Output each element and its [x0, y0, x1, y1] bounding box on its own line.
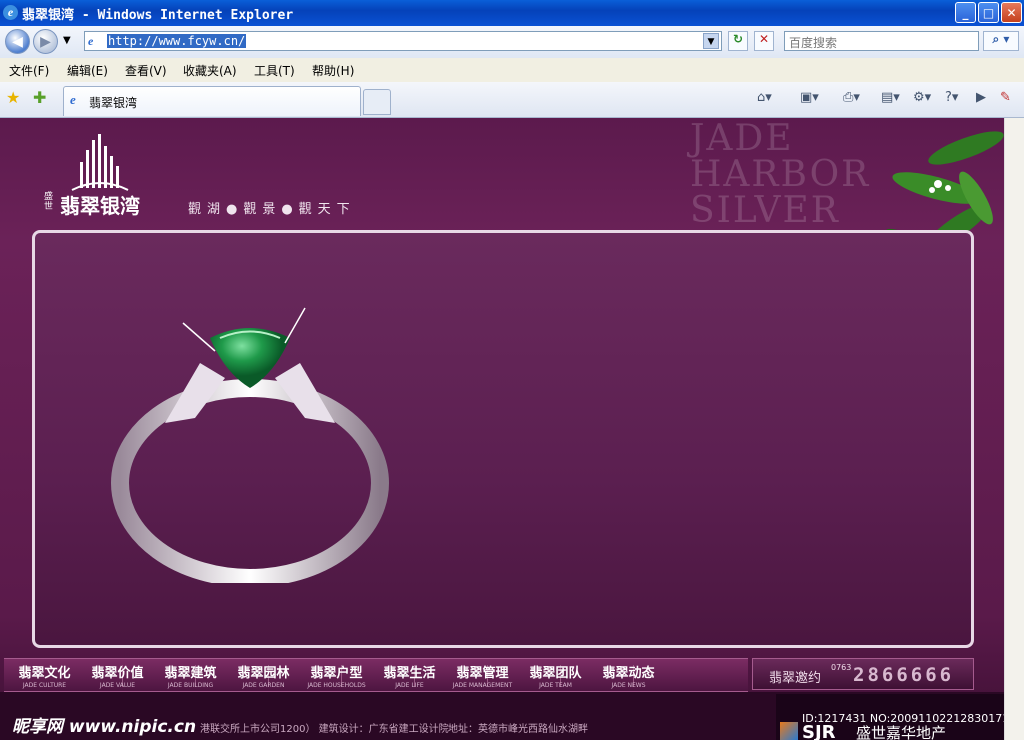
- address-field[interactable]: e http://www.fcyw.cn/ ▼: [84, 31, 722, 51]
- emerald-ring-icon: [111, 307, 389, 583]
- close-button[interactable]: ✕: [1001, 2, 1022, 23]
- menu-bar: 文件(F) 编辑(E) 查看(V) 收藏夹(A) 工具(T) 帮助(H): [0, 58, 1024, 83]
- nav-sublabel: JADE CULTURE: [22, 682, 67, 689]
- window-title: 翡翠银湾 - Windows Internet Explorer: [22, 8, 294, 23]
- nav-label: 翡翠生活: [383, 666, 436, 681]
- nav-jade-management[interactable]: 翡翠管理 JADE MANAGEMENT: [446, 662, 519, 689]
- maximize-button[interactable]: □: [978, 2, 999, 23]
- tab-page-icon: e: [70, 92, 76, 107]
- brand-name-cn: 盛世嘉华地产: [856, 724, 947, 740]
- help-icon[interactable]: ?▾: [945, 90, 958, 105]
- logo-buildings-icon: [71, 134, 129, 191]
- nav-label: 翡翠价值: [91, 666, 144, 681]
- nav-sublabel: JADE BUILDING: [167, 682, 214, 689]
- nav-sublabel: JADE TEAM: [539, 682, 572, 689]
- web-page: JADE HARBOR SILVER 盛世 翡翠银湾 觀湖●觀景●觀天下 翡翠文…: [0, 118, 1004, 740]
- nav-jade-value[interactable]: 翡翠价值 JADE VALUE: [81, 662, 154, 689]
- menu-favorites[interactable]: 收藏夹(A): [183, 62, 237, 79]
- tab-label: 翡翠银湾: [89, 96, 138, 110]
- minimize-button[interactable]: _: [955, 2, 976, 23]
- nav-label: 翡翠户型: [310, 666, 363, 681]
- brand-name: SJR: [802, 722, 836, 740]
- tools-gear-icon[interactable]: ⚙▾: [913, 90, 931, 105]
- phone-box: 翡翠邀约 0763 2866666: [752, 658, 974, 690]
- search-go-icon[interactable]: ⌕ ▾: [983, 31, 1019, 51]
- menu-file[interactable]: 文件(F): [9, 62, 49, 79]
- print-icon[interactable]: ⎙▾: [843, 90, 860, 105]
- address-toolbar: ◀ ▶ ▼ e http://www.fcyw.cn/ ▼ ↻ ✕ 百度搜索 ⌕…: [0, 26, 1024, 58]
- phone-label: 翡翠邀约: [769, 671, 822, 686]
- main-banner-panel: [32, 230, 974, 648]
- logo-small-text: 盛世: [44, 192, 54, 212]
- history-dropdown-icon[interactable]: ▼: [63, 35, 71, 46]
- footer-address: 地址：英德市峰光西路仙水湖畔: [448, 724, 588, 735]
- back-button[interactable]: ◀: [5, 29, 30, 54]
- menu-edit[interactable]: 编辑(E): [67, 62, 108, 79]
- add-favorite-icon[interactable]: ✚: [33, 88, 46, 107]
- tab-bar: ★ ✚ e 翡翠银湾 ⌂▾ ▣▾ ⎙▾ ▤▾ ⚙▾ ?▾ ▶ ✎: [0, 82, 1024, 118]
- vertical-scrollbar[interactable]: [1004, 118, 1024, 740]
- nav-jade-households[interactable]: 翡翠户型 JADE HOUSEHOLDS: [300, 662, 373, 689]
- slogan: 觀湖●觀景●觀天下: [188, 202, 356, 217]
- watermark: 昵享网 www.nipic.cn: [12, 717, 197, 737]
- nav-jade-life[interactable]: 翡翠生活 JADE LIFE: [373, 662, 446, 689]
- jade-line-1: JADE: [690, 118, 794, 159]
- nav-jade-news[interactable]: 翡翠动态 JADE NEWS: [592, 662, 665, 689]
- nav-sublabel: JADE MANAGEMENT: [452, 682, 513, 689]
- nav-jade-building[interactable]: 翡翠建筑 JADE BUILDING: [154, 662, 227, 689]
- jade-line-2: HARBOR: [690, 154, 871, 195]
- favorites-star-icon[interactable]: ★: [6, 88, 20, 107]
- nav-label: 翡翠园林: [237, 666, 290, 681]
- nav-jade-team[interactable]: 翡翠团队 JADE TEAM: [519, 662, 592, 689]
- forward-button[interactable]: ▶: [33, 29, 58, 54]
- phone-number: 2866666: [853, 664, 955, 686]
- stop-icon[interactable]: ✕: [754, 31, 774, 51]
- nav-label: 翡翠动态: [602, 666, 655, 681]
- title-bar: e 翡翠银湾 - Windows Internet Explorer _ □ ✕: [0, 0, 1024, 26]
- jade-line-3: SILVER: [690, 190, 840, 231]
- menu-view[interactable]: 查看(V): [125, 62, 167, 79]
- research-icon[interactable]: ✎: [1000, 90, 1011, 105]
- nav-label: 翡翠建筑: [164, 666, 217, 681]
- ie-logo-icon: e: [3, 5, 18, 20]
- footer-text: 港联交所上市公司1200） 建筑设计：广东省建工设计院: [200, 724, 449, 735]
- new-tab-button[interactable]: [363, 89, 391, 115]
- nav-sublabel: JADE VALUE: [99, 682, 136, 689]
- nav-sublabel: JADE NEWS: [611, 682, 646, 689]
- tab-active[interactable]: e 翡翠银湾: [63, 86, 361, 116]
- nav-sublabel: JADE LIFE: [395, 682, 424, 689]
- home-icon[interactable]: ⌂▾: [757, 90, 772, 105]
- nav-label: 翡翠团队: [529, 666, 582, 681]
- nav-label: 翡翠管理: [456, 666, 509, 681]
- logo-text[interactable]: 翡翠银湾: [60, 190, 140, 219]
- refresh-icon[interactable]: ↻: [728, 31, 748, 51]
- nav-jade-garden[interactable]: 翡翠园林 JADE GARDEN: [227, 662, 300, 689]
- address-url[interactable]: http://www.fcyw.cn/: [107, 34, 247, 48]
- page-icon: e: [88, 34, 94, 48]
- address-dropdown-icon[interactable]: ▼: [703, 33, 719, 49]
- nav-sublabel: JADE GARDEN: [242, 682, 285, 689]
- feeds-icon[interactable]: ▣▾: [800, 90, 819, 105]
- nav-label: 翡翠文化: [18, 666, 71, 681]
- media-icon[interactable]: ▶: [976, 90, 986, 105]
- page-menu-icon[interactable]: ▤▾: [881, 90, 900, 105]
- site-navigation: 翡翠文化 JADE CULTURE 翡翠价值 JADE VALUE 翡翠建筑 JADE…: [4, 658, 748, 692]
- nav-sublabel: JADE HOUSEHOLDS: [307, 682, 366, 689]
- menu-help[interactable]: 帮助(H): [312, 62, 354, 79]
- phone-area-code: 0763: [831, 663, 852, 672]
- nav-jade-culture[interactable]: 翡翠文化 JADE CULTURE: [8, 662, 81, 689]
- search-input[interactable]: 百度搜索: [784, 31, 979, 51]
- brand-logo-icon: [780, 722, 798, 740]
- menu-tools[interactable]: 工具(T): [254, 62, 295, 79]
